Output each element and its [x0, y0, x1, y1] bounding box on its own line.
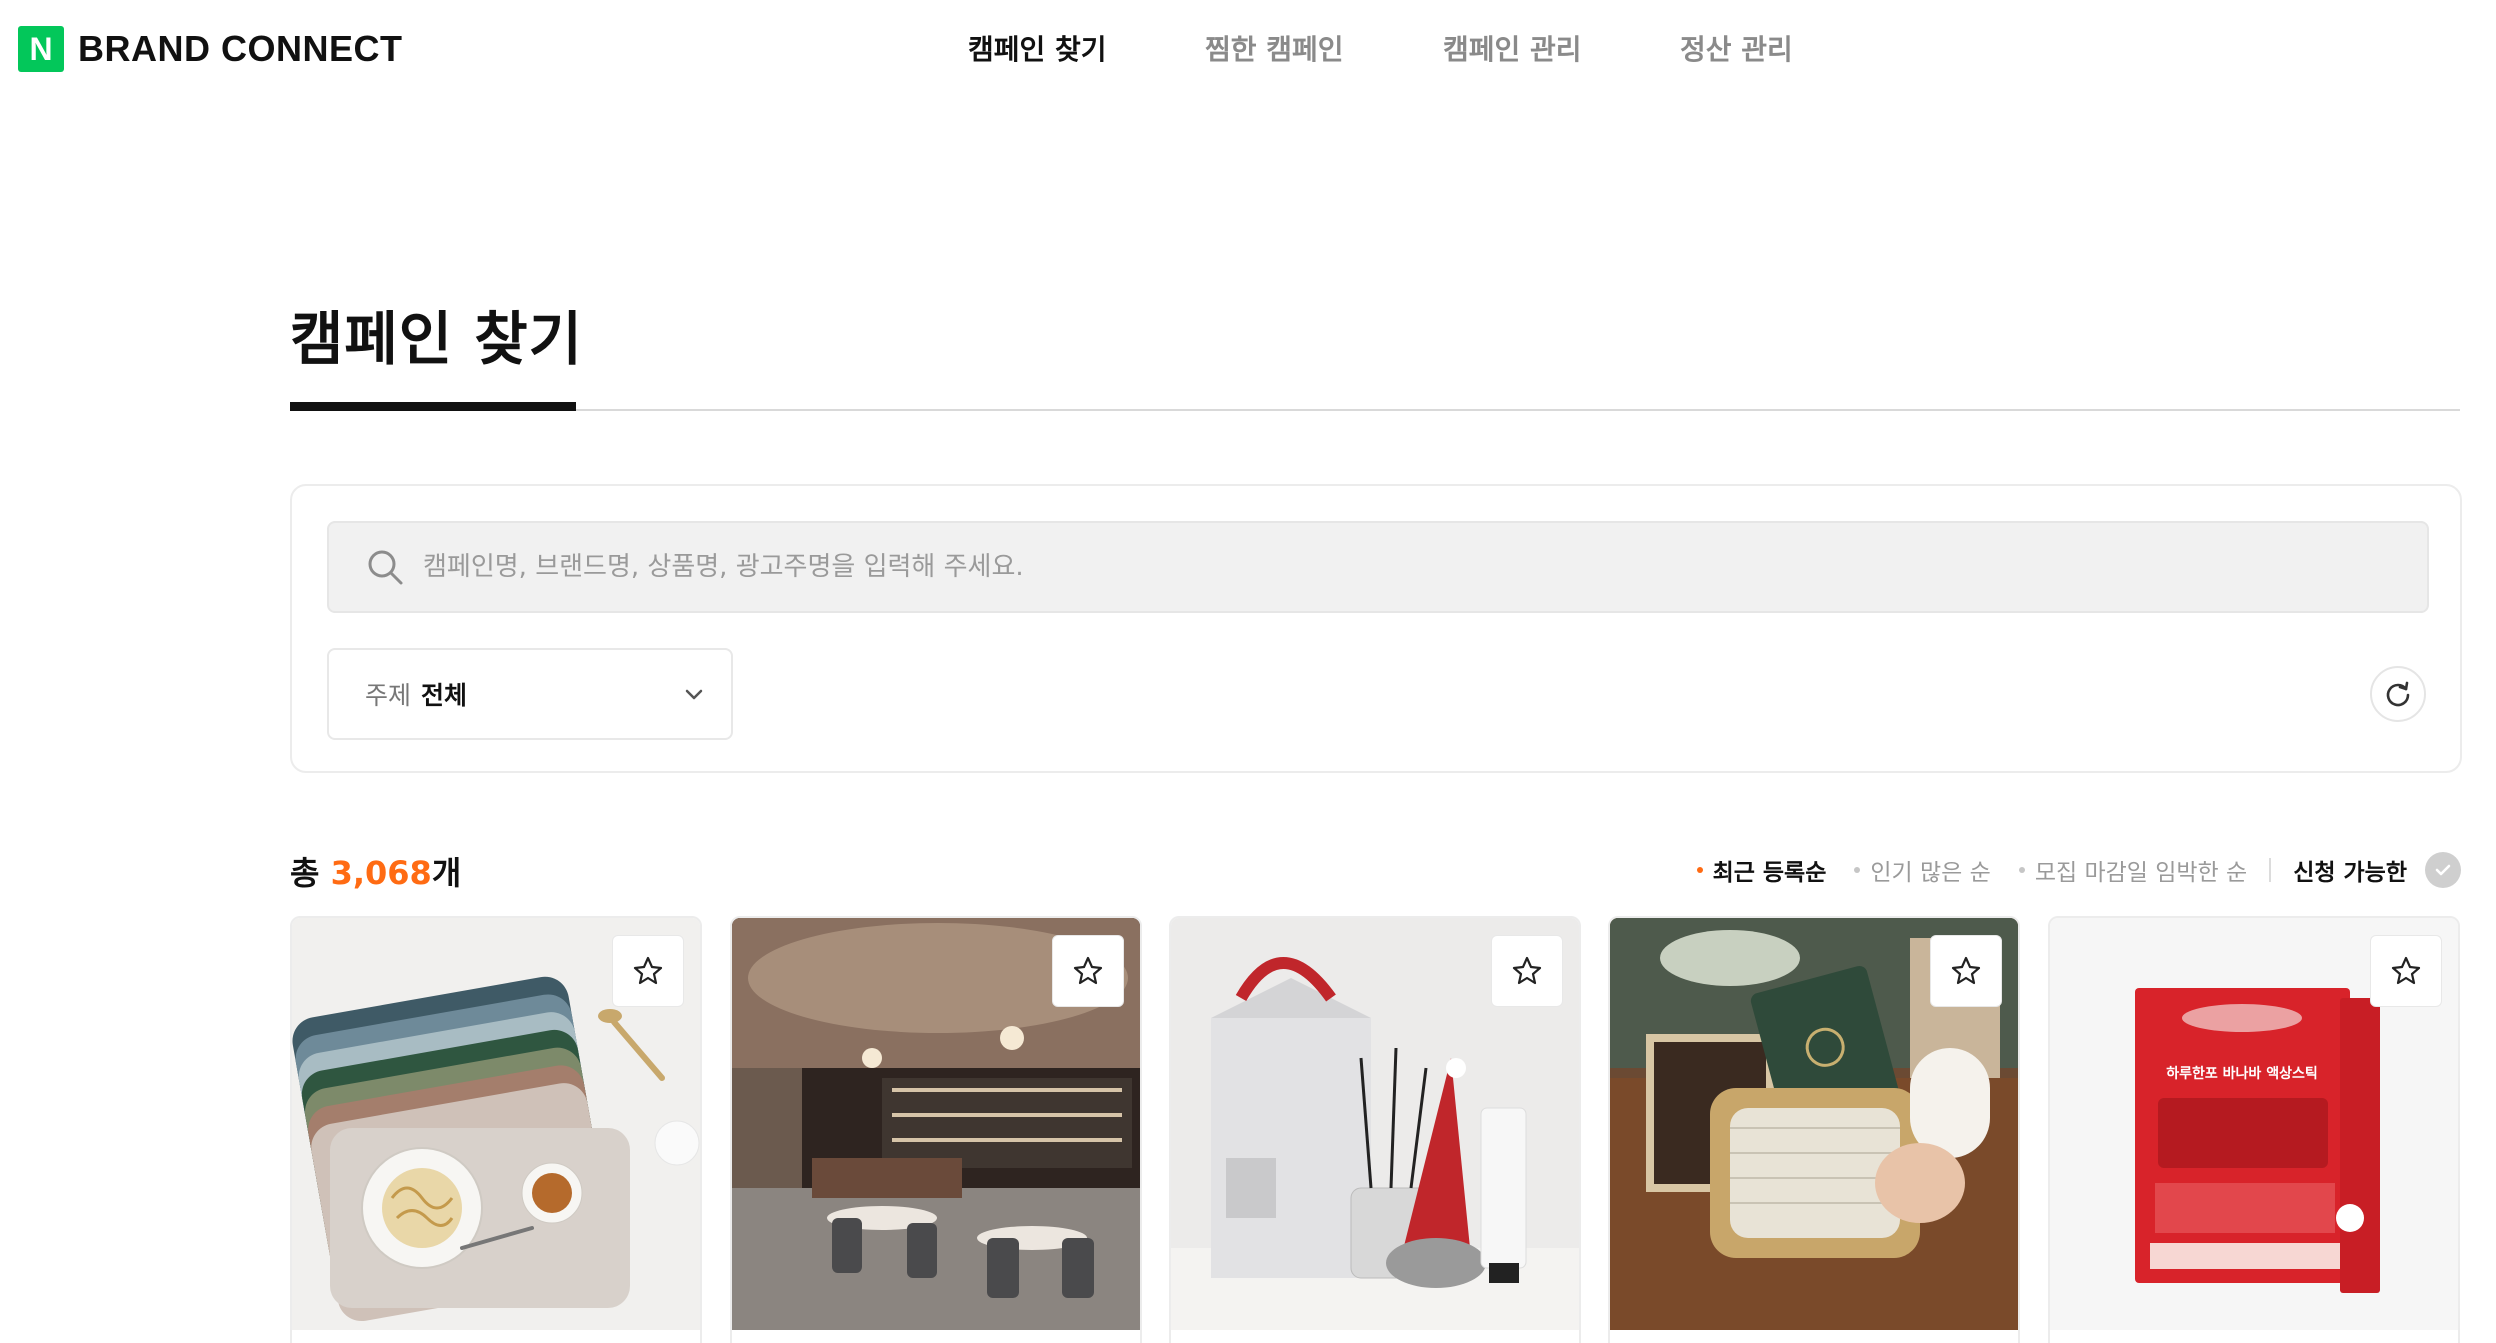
available-only-toggle[interactable]: 신청 가능한 — [2293, 852, 2461, 888]
search-panel: 주제 전체 — [290, 484, 2462, 773]
campaign-card[interactable]: 하루한포 바나바 액상스틱 — [2048, 916, 2460, 1343]
chevron-down-icon — [685, 689, 703, 700]
star-icon — [1512, 956, 1542, 985]
favorite-button[interactable] — [2370, 935, 2442, 1007]
topic-filter-label: 주제 — [365, 681, 412, 710]
sort-dot-icon — [1696, 867, 1703, 873]
title-divider — [290, 409, 2460, 411]
package-brand-text: 하루한포 바나바 액상스틱 — [2166, 1065, 2317, 1082]
search-box[interactable] — [327, 521, 2429, 613]
star-icon — [2391, 956, 2421, 985]
result-count-prefix: 총 — [290, 854, 331, 892]
sort-recent[interactable]: 최근 등록순 — [1696, 853, 1827, 887]
page-title: 캠페인 찾기 — [290, 305, 583, 373]
result-count-suffix: 개 — [431, 854, 462, 892]
nav-settlement-management[interactable]: 정산 관리 — [1680, 28, 1793, 68]
nav-saved-campaign[interactable]: 찜한 캠페인 — [1205, 28, 1344, 68]
campaign-card[interactable] — [1608, 916, 2020, 1343]
result-count: 총 3,068개 — [290, 848, 461, 894]
campaign-card[interactable] — [730, 916, 1142, 1343]
sort-popular-label: 인기 많은 순 — [1870, 860, 1991, 886]
star-icon — [633, 956, 663, 985]
result-count-number: 3,068 — [330, 854, 432, 892]
campaign-card[interactable] — [1169, 916, 1581, 1343]
star-icon — [1951, 956, 1981, 985]
sort-dot-icon — [2018, 867, 2025, 873]
top-header: N BRAND CONNECT 캠페인 찾기 찜한 캠페인 캠페인 관리 정산 … — [0, 0, 2496, 96]
star-icon — [1073, 956, 1103, 985]
search-icon — [368, 550, 403, 585]
nav-find-campaign[interactable]: 캠페인 찾기 — [968, 28, 1107, 68]
sort-recent-label: 최근 등록순 — [1712, 860, 1827, 886]
title-underline — [290, 402, 576, 411]
refresh-button[interactable] — [2370, 666, 2426, 722]
sort-popular[interactable]: 인기 많은 순 — [1854, 853, 1991, 887]
sort-divider — [2269, 858, 2272, 882]
favorite-button[interactable] — [1052, 935, 1124, 1007]
refresh-icon — [2386, 681, 2410, 707]
sort-bar: 최근 등록순 인기 많은 순 모집 마감일 임박한 순 신청 가능한 — [1669, 852, 2461, 888]
topic-filter-select[interactable]: 주제 전체 — [327, 648, 733, 740]
main-nav: 캠페인 찾기 찜한 캠페인 캠페인 관리 정산 관리 — [0, 28, 2496, 68]
check-circle-icon — [2425, 852, 2461, 888]
sort-dot-icon — [1854, 867, 1861, 873]
sort-deadline-label: 모집 마감일 임박한 순 — [2034, 860, 2248, 886]
favorite-button[interactable] — [612, 935, 684, 1007]
sort-deadline[interactable]: 모집 마감일 임박한 순 — [2018, 853, 2248, 887]
topic-filter-value: 전체 — [421, 681, 468, 710]
available-only-label: 신청 가능한 — [2293, 860, 2407, 886]
nav-campaign-management[interactable]: 캠페인 관리 — [1443, 28, 1582, 68]
campaign-card[interactable] — [290, 916, 702, 1343]
favorite-button[interactable] — [1930, 935, 2002, 1007]
favorite-button[interactable] — [1491, 935, 1563, 1007]
search-input[interactable] — [423, 552, 2323, 582]
